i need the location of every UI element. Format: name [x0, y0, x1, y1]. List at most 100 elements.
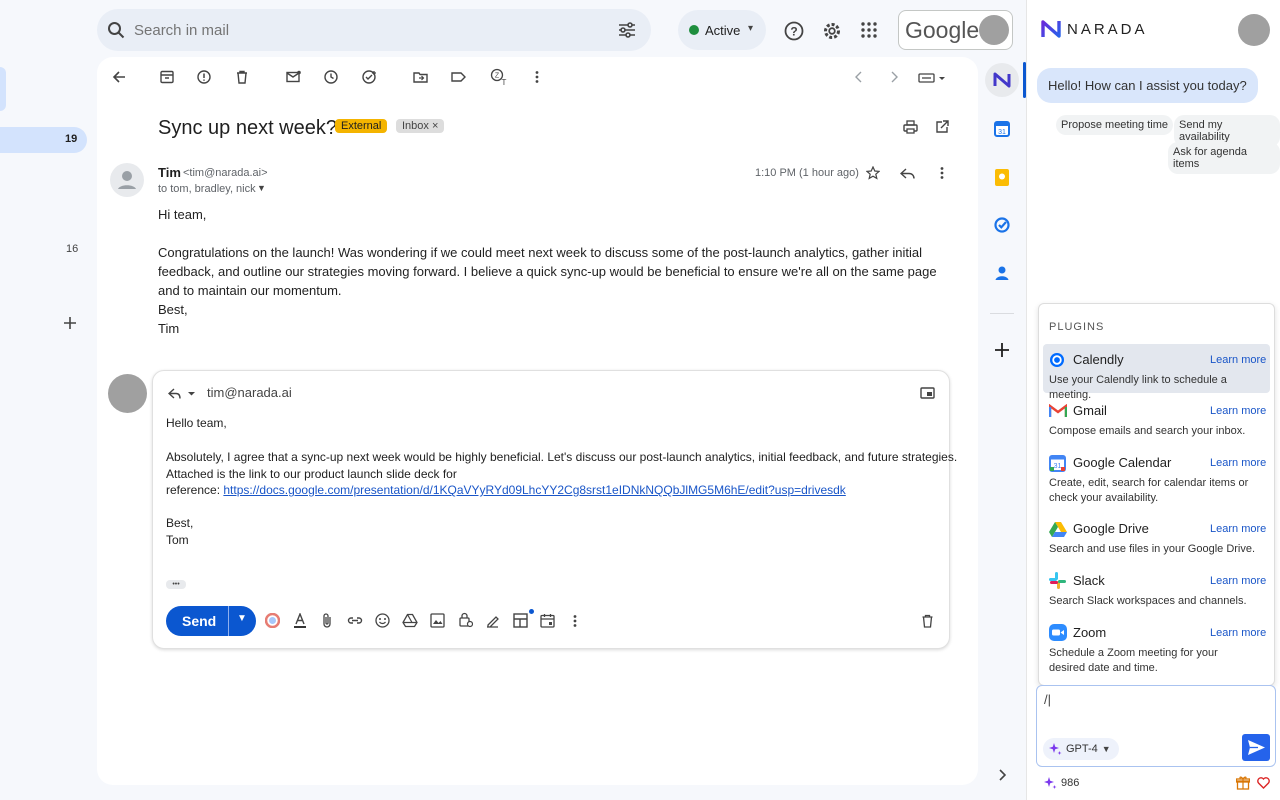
send-message-button[interactable]	[1242, 734, 1270, 761]
settings-gear-icon[interactable]	[822, 21, 842, 41]
status-dot	[689, 25, 699, 35]
apps-grid-icon[interactable]	[861, 22, 877, 38]
help-icon[interactable]: ?	[784, 21, 804, 41]
narada-rail-button[interactable]	[985, 63, 1019, 97]
discard-draft-icon[interactable]	[921, 614, 934, 628]
confidential-mode-icon[interactable]	[458, 612, 473, 628]
insert-photo-icon[interactable]	[430, 613, 445, 628]
sender-name[interactable]: Tim	[158, 165, 181, 180]
report-spam-icon[interactable]	[197, 70, 211, 84]
move-to-icon[interactable]	[413, 70, 428, 84]
plugin-description: Schedule a Zoom meeting for your desired…	[1049, 646, 1249, 676]
suggestion-propose-meeting-time[interactable]: Propose meeting time	[1056, 115, 1173, 135]
contacts-rail-icon[interactable]	[995, 265, 1009, 281]
plugin-item-google-calendar[interactable]: 31 Google Calendar Learn more Create, ed…	[1043, 448, 1270, 510]
plugin-item-google-drive[interactable]: Google Drive Learn more Search and use f…	[1043, 514, 1270, 562]
narada-logo-icon	[1040, 18, 1062, 40]
reply-greeting[interactable]: Hello team,	[166, 416, 227, 430]
reply-compose-box[interactable]	[152, 370, 950, 649]
gift-icon[interactable]	[1236, 776, 1250, 790]
model-selector[interactable]: GPT-4 ▼	[1043, 738, 1119, 760]
send-button[interactable]: Send ▼	[166, 606, 256, 636]
print-icon[interactable]	[903, 120, 918, 134]
plugin-item-calendly[interactable]: Calendly Learn more Use your Calendly li…	[1043, 344, 1270, 393]
search-options-icon[interactable]	[617, 21, 637, 39]
add-label-icon[interactable]	[62, 315, 78, 331]
mark-unread-icon[interactable]	[286, 70, 301, 84]
recipients-chevron-icon[interactable]: ▼	[257, 183, 266, 193]
newer-chevron-icon[interactable]	[855, 71, 863, 83]
svg-text:T: T	[502, 78, 507, 86]
plugin-item-gmail[interactable]: Gmail Learn more Compose emails and sear…	[1043, 396, 1270, 444]
reply-paragraph-1[interactable]: Absolutely, I agree that a sync-up next …	[166, 450, 957, 464]
nav-active-indicator	[0, 67, 6, 111]
get-addons-plus-icon[interactable]	[995, 343, 1009, 357]
archive-icon[interactable]	[160, 70, 174, 84]
insert-link-icon[interactable]	[347, 614, 363, 627]
heart-icon[interactable]	[1257, 777, 1270, 789]
learn-more-link[interactable]: Learn more	[1210, 523, 1266, 535]
label-icon[interactable]	[451, 70, 466, 84]
sender-avatar[interactable]	[110, 163, 144, 197]
attach-file-icon[interactable]	[321, 613, 333, 628]
learn-more-link[interactable]: Learn more	[1210, 405, 1266, 417]
reply-paragraph-2[interactable]: Attached is the link to our product laun…	[166, 467, 457, 481]
search-input[interactable]	[134, 9, 594, 51]
narada-user-avatar[interactable]	[1238, 14, 1270, 46]
older-chevron-icon[interactable]	[890, 71, 898, 83]
translate-icon[interactable]: ZT	[490, 68, 508, 86]
reply-icon[interactable]	[900, 166, 915, 180]
reply-type-icon[interactable]	[168, 386, 198, 400]
recipients-line[interactable]: to tom, bradley, nick	[158, 183, 256, 195]
back-arrow-icon[interactable]	[112, 70, 126, 84]
search-icon[interactable]	[107, 21, 125, 39]
chat-input-box[interactable]: /| GPT-4 ▼	[1036, 685, 1276, 767]
compose-more-options-icon[interactable]	[573, 614, 577, 628]
input-tools-keyboard-icon[interactable]	[918, 72, 946, 84]
pop-out-reply-icon[interactable]	[920, 387, 935, 399]
account-avatar[interactable]	[979, 15, 1009, 45]
reply-signoff[interactable]: Best,	[166, 516, 193, 530]
search-bar[interactable]	[97, 9, 651, 51]
learn-more-link[interactable]: Learn more	[1210, 575, 1266, 587]
nav-item-inbox[interactable]: 19	[0, 127, 87, 153]
reply-signature[interactable]: Tom	[166, 533, 189, 547]
star-icon[interactable]	[866, 166, 880, 180]
show-trimmed-content-button[interactable]: •••	[166, 580, 186, 589]
plugin-item-zoom[interactable]: Zoom Learn more Schedule a Zoom meeting …	[1043, 618, 1270, 680]
open-new-window-icon[interactable]	[935, 120, 949, 134]
account-switcher[interactable]: Google	[898, 10, 1013, 50]
calendly-icon	[1049, 352, 1065, 368]
snooze-clock-icon[interactable]	[324, 70, 338, 84]
google-calendar-rail-icon[interactable]: 31	[994, 121, 1010, 137]
plugin-item-slack[interactable]: Slack Learn more Search Slack workspaces…	[1043, 566, 1270, 614]
formatting-options-icon[interactable]	[293, 613, 307, 628]
insert-emoji-icon[interactable]	[375, 613, 390, 628]
color-palette-icon[interactable]	[265, 613, 280, 628]
insert-signature-icon[interactable]	[485, 613, 500, 628]
external-tag: External	[335, 119, 387, 133]
learn-more-link[interactable]: Learn more	[1210, 627, 1266, 639]
send-options-chevron-icon[interactable]: ▼	[237, 613, 247, 624]
tasks-rail-icon[interactable]	[994, 217, 1010, 233]
chat-input-text[interactable]: /|	[1044, 692, 1051, 707]
learn-more-link[interactable]: Learn more	[1210, 354, 1266, 366]
insert-drive-file-icon[interactable]	[402, 613, 418, 628]
learn-more-link[interactable]: Learn more	[1210, 457, 1266, 469]
set-up-time-to-meet-icon[interactable]	[540, 613, 555, 628]
reply-recipient[interactable]: tim@narada.ai	[207, 385, 292, 400]
suggestion-ask-agenda-items[interactable]: Ask for agenda items	[1168, 142, 1280, 174]
status-dropdown[interactable]: Active ▾	[678, 10, 766, 50]
hide-side-panel-chevron-icon[interactable]	[998, 769, 1006, 781]
reply-reference-line[interactable]: reference: https://docs.google.com/prese…	[166, 483, 846, 497]
keep-notes-rail-icon[interactable]	[995, 169, 1009, 186]
gmail-icon	[1049, 404, 1067, 418]
message-more-icon[interactable]	[940, 166, 944, 180]
narada-brand: NARADA	[1067, 21, 1148, 38]
slide-deck-link[interactable]: https://docs.google.com/presentation/d/1…	[223, 483, 845, 497]
more-options-icon[interactable]	[535, 70, 539, 84]
delete-icon[interactable]	[235, 70, 249, 84]
add-task-icon[interactable]	[362, 70, 377, 84]
layouts-icon[interactable]	[513, 613, 528, 628]
inbox-tag[interactable]: Inbox ×	[396, 119, 444, 133]
